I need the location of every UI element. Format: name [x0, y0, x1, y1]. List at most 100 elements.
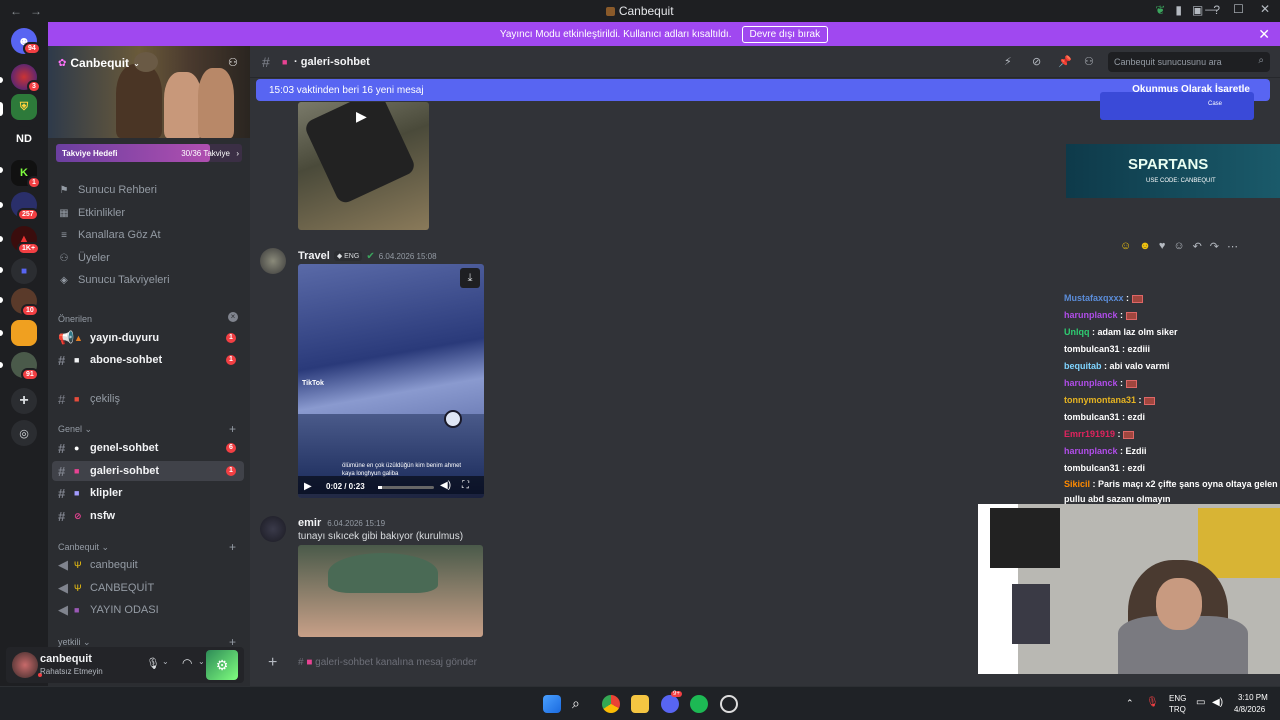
voice-channel-canbequit[interactable]: ◀ Ψ canbequit — [52, 555, 244, 575]
chevron-down-icon[interactable]: ⌄ — [198, 657, 205, 666]
message-author[interactable]: emir — [298, 517, 321, 529]
file-explorer-icon[interactable] — [631, 695, 649, 713]
download-icon[interactable]: ⤓ — [460, 268, 480, 288]
inbox-icon[interactable]: ▣ — [1192, 3, 1203, 17]
clock-time[interactable]: 3:10 PM — [1238, 693, 1268, 702]
search-icon: ⌕ — [1258, 55, 1264, 66]
menu-server-boosts[interactable]: ◈ Sunucu Takviyeleri — [58, 274, 169, 286]
discover-icon[interactable]: ◎ — [11, 420, 37, 446]
bookmark-icon[interactable]: ▮ — [1175, 3, 1182, 17]
add-channel-icon[interactable]: + — [229, 540, 236, 554]
menu-browse-channels[interactable]: ≡ Kanallara Göz At — [58, 229, 160, 241]
server-icon-5[interactable]: 257 — [11, 192, 39, 221]
speaker-icon: ◀ — [58, 580, 68, 595]
laugh-reaction-icon[interactable]: ☻ — [1139, 240, 1151, 253]
user-status: Rahatsız Etmeyin — [40, 667, 103, 676]
channel-genel-sohbet[interactable]: # ● genel-sohbet 6 — [52, 438, 244, 458]
avatar[interactable] — [260, 516, 286, 542]
server-icon-10[interactable]: 91 — [11, 352, 39, 381]
channel-nsfw[interactable]: # ⊘ nsfw — [52, 506, 244, 526]
chrome-icon[interactable] — [602, 695, 620, 713]
search-icon[interactable]: ⌕ — [572, 695, 590, 713]
menu-server-guide[interactable]: ⚑ Sunucu Rehberi — [58, 184, 157, 196]
search-box[interactable]: Canbequit sunucusunu ara ⌕ — [1108, 52, 1270, 72]
server-icon-nd[interactable]: ND — [11, 126, 37, 152]
chat-username: Emrr191919 — [1064, 429, 1116, 439]
headphones-icon[interactable]: ◠ — [182, 656, 192, 670]
channel-title-text: galeri-sohbet — [300, 55, 370, 68]
reply-icon[interactable]: ↶ — [1193, 240, 1202, 253]
clock-date[interactable]: 4/8/2026 — [1234, 705, 1265, 714]
channel-galeri-sohbet[interactable]: # ■ galeri-sohbet 1 — [52, 461, 244, 481]
sponsor-overlay: SPARTANS USE CODE: CANBEQUIT — [1066, 144, 1280, 198]
close-button[interactable]: ✕ — [1260, 2, 1270, 16]
avatar[interactable] — [12, 652, 38, 678]
channel-abone-sohbet[interactable]: # ■ abone-sohbet 1 — [52, 350, 244, 370]
channel-cekilis[interactable]: # ■ çekiliş — [52, 389, 244, 409]
server-icon-k[interactable]: K 1 — [11, 160, 41, 189]
microphone-icon[interactable]: 🎙 — [146, 657, 160, 670]
pin-icon[interactable]: 📌 — [1058, 55, 1072, 68]
leaf-icon[interactable]: ❦ — [1155, 3, 1165, 17]
section-canbequit[interactable]: Canbequit ⌄ — [58, 542, 109, 553]
message-author[interactable]: Travel — [298, 250, 330, 262]
play-icon[interactable]: ▶ — [356, 108, 367, 125]
menu-events[interactable]: ▦ Etkinlikler — [58, 207, 125, 219]
voice-channel-yayin-odasi[interactable]: ◀ ■ YAYIN ODASI — [52, 600, 244, 620]
minimize-button[interactable]: — — [1205, 2, 1217, 16]
section-general[interactable]: Genel ⌄ — [58, 424, 92, 435]
play-icon[interactable]: ▶ — [304, 481, 312, 492]
language-indicator[interactable]: ENG — [1169, 694, 1186, 703]
network-icon[interactable]: ▭ — [1196, 697, 1205, 708]
threads-icon[interactable]: ⚡ — [1004, 55, 1012, 68]
dismiss-suggested-icon[interactable]: × — [228, 312, 238, 322]
folder-icon[interactable]: ■ — [11, 258, 37, 284]
server-icon-6[interactable]: ▲ 1K+ — [11, 226, 41, 255]
discord-icon[interactable]: 9+ — [661, 691, 682, 713]
channel-klipler[interactable]: # ■ klipler — [52, 483, 244, 503]
voice-channel-canbequit-caps[interactable]: ◀ Ψ CANBEQUİT — [52, 578, 244, 598]
heart-reaction-icon[interactable]: ♥ — [1159, 240, 1166, 253]
maximize-button[interactable]: ☐ — [1233, 2, 1244, 16]
menu-members[interactable]: ⚇ Üyeler — [58, 252, 110, 264]
keyboard-indicator[interactable]: TRQ — [1169, 705, 1186, 714]
video-attachment[interactable]: TikTok ⤓ ölümüne en çok üzüldüğün kim be… — [298, 264, 484, 498]
settings-gear-icon[interactable]: ⚙ — [206, 650, 238, 680]
volume-icon[interactable]: ◀) — [440, 480, 451, 491]
invite-icon[interactable]: ⚇ — [228, 56, 238, 69]
server-name-header[interactable]: ✿ Canbequit ⌄ — [58, 56, 140, 70]
add-channel-icon[interactable]: + — [229, 422, 236, 436]
tray-microphone-icon[interactable]: 🎙 — [1146, 697, 1159, 708]
forward-icon[interactable]: ↷ — [1210, 240, 1219, 253]
disable-streamer-mode-button[interactable]: Devre dışı bırak — [741, 25, 829, 43]
server-icon-8[interactable]: 10 — [11, 288, 39, 317]
trident-emoji-icon: Ψ — [74, 560, 82, 570]
more-icon[interactable]: ⋯ — [1227, 240, 1238, 253]
channel-yayin-duyuru[interactable]: 📢 ▲ yayın-duyuru 1 — [52, 328, 244, 348]
video-seek-bar[interactable] — [378, 486, 434, 489]
volume-icon[interactable]: ◀) — [1212, 697, 1223, 708]
image-attachment[interactable] — [298, 545, 483, 637]
boost-goal-bar[interactable]: Takviye Hedefi 30/36 Takviye › — [56, 144, 242, 162]
member-list-icon[interactable]: ⚇ — [1084, 55, 1094, 68]
emoji-reaction-icon[interactable]: ☺ — [1120, 240, 1131, 253]
direct-messages-button[interactable]: ☻ 94 — [11, 28, 41, 55]
server-icon-canbequit[interactable]: ⛨ — [11, 94, 37, 120]
tray-chevron-icon[interactable]: ⌃ — [1126, 698, 1134, 709]
server-icon-9[interactable] — [11, 320, 37, 346]
server-icon-1[interactable]: 3 — [11, 64, 41, 93]
add-reaction-icon[interactable]: ☺ — [1173, 240, 1184, 253]
channels-icon: ≡ — [61, 229, 67, 241]
windows-start-icon[interactable] — [543, 695, 561, 713]
banner-close-icon[interactable]: ✕ — [1258, 26, 1270, 43]
add-attachment-icon[interactable]: + — [268, 654, 277, 672]
image-attachment[interactable]: ▶ — [298, 102, 429, 230]
mute-bell-icon[interactable]: ⊘ — [1032, 55, 1041, 68]
obs-icon[interactable] — [720, 695, 738, 713]
fullscreen-icon[interactable]: ⛶ — [462, 480, 469, 491]
spotify-icon[interactable] — [690, 695, 708, 713]
chevron-down-icon[interactable]: ⌄ — [162, 657, 169, 666]
avatar[interactable] — [260, 248, 286, 274]
add-server-button[interactable]: + — [11, 388, 37, 414]
chat-emote-icon — [1144, 396, 1156, 405]
